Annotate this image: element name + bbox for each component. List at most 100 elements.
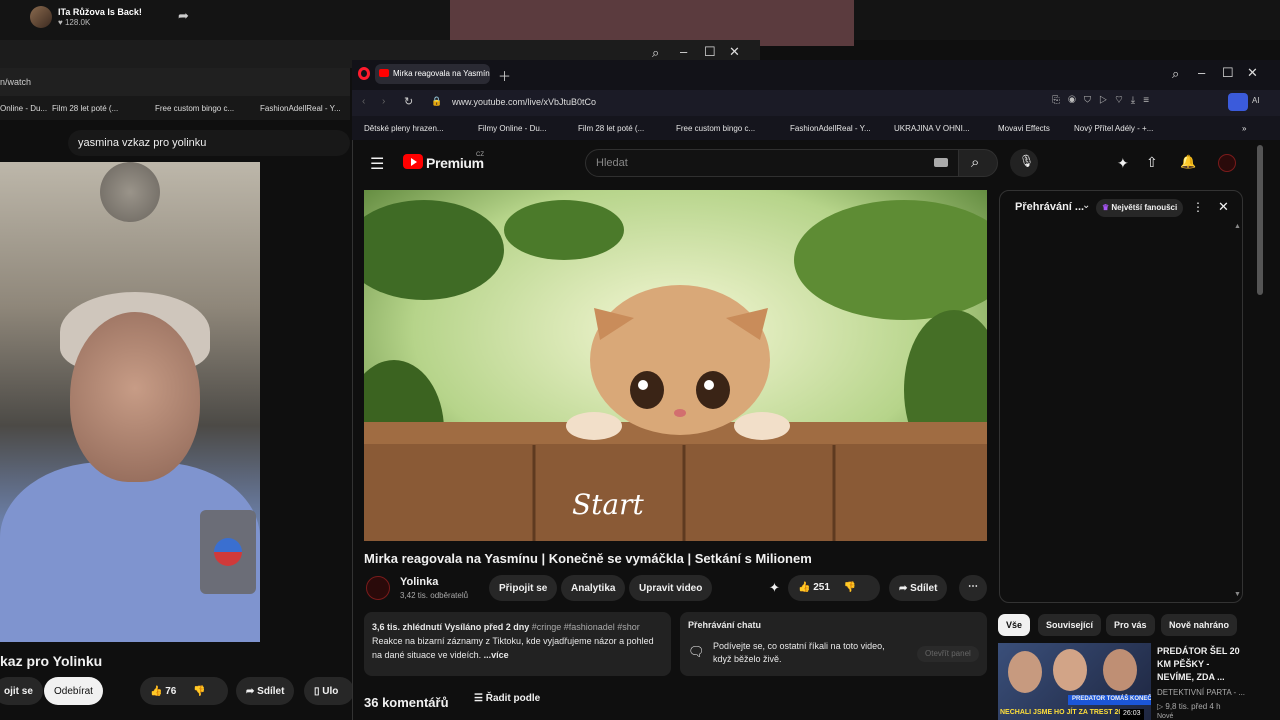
chat-replay-panel: Přehrávání ... ⌄ ♛ Největší fanoušci ⋮ ✕… [999, 190, 1243, 603]
search-input[interactable]: Hledat [585, 149, 960, 177]
video-duration: 26:03 [1120, 709, 1144, 720]
page-scrollbar[interactable] [1257, 145, 1263, 295]
bookmark-item[interactable]: UKRAJINA V OHNI... [894, 124, 970, 133]
join-button[interactable]: Připojit se [489, 575, 558, 601]
search-icon[interactable]: ⌕ [652, 45, 659, 61]
streamer-avatar[interactable] [30, 6, 52, 28]
bookmark-item[interactable]: Free custom bingo c... [676, 124, 755, 133]
forward-icon[interactable]: › [382, 96, 385, 107]
bookmark-item[interactable]: FashionAdellReal - Y... [260, 104, 341, 113]
background-search-query[interactable]: yasmina vzkaz pro yolinku [68, 130, 350, 156]
video-title: Mirka reagovala na Yasmínu | Konečně se … [364, 551, 812, 566]
share-button[interactable]: ➦ Sdílet [236, 677, 295, 705]
search-icon: ⌕ [971, 154, 980, 171]
crown-icon: ♛ [1102, 203, 1110, 212]
subscriber-count: 3,42 tis. odběratelů [400, 591, 469, 600]
video-player[interactable]: Start [364, 190, 987, 541]
chat-replay-card: Přehrávání chatu 🗨 Podívejte se, co osta… [680, 612, 987, 676]
minimize-icon[interactable]: – [1198, 65, 1205, 80]
background-bookmarks-bar: Online - Du... Film 28 let poté (... Fre… [0, 96, 350, 120]
search-button[interactable]: ⌕ [958, 149, 998, 177]
save-button-partial[interactable]: ▯ Ulo [304, 677, 354, 705]
recommendation-channel[interactable]: DETEKTIVNÍ PARTA - ... [1157, 688, 1245, 697]
more-actions-button[interactable]: ⋯ [959, 575, 987, 601]
youtube-logo-icon[interactable] [403, 154, 423, 169]
share-button[interactable]: ➦ Sdílet [889, 575, 948, 601]
bookmark-item[interactable]: Film 28 let poté (... [578, 124, 644, 133]
close-icon[interactable]: ✕ [1218, 199, 1229, 215]
voice-search-button[interactable]: 🎙 [1010, 149, 1038, 177]
new-badge: Nové [1157, 713, 1174, 720]
recommendation-thumbnail[interactable]: PREDATOR TOMÁŠ KONEČNÝ NECHALI JSME HO J… [998, 643, 1151, 720]
more-icon[interactable]: ⋮ [1192, 200, 1204, 214]
bookmarks-more-icon[interactable]: » [1242, 124, 1246, 133]
join-button-partial[interactable]: ojit se [0, 677, 43, 705]
recommendation-title[interactable]: PREDÁTOR ŠEL 20 KM PĚŠKY - NEVÍME, ZDA .… [1157, 645, 1243, 684]
close-icon[interactable]: ✕ [1247, 65, 1258, 81]
chip-related[interactable]: Související [1038, 614, 1102, 636]
analytics-button[interactable]: Analytika [561, 575, 626, 601]
top-fans-badge[interactable]: ♛ Největší fanoušci [1096, 199, 1184, 217]
close-icon[interactable]: ✕ [729, 44, 740, 60]
view-stats: 3,6 tis. zhlédnutí Vysíláno před 2 dny [372, 622, 530, 632]
video-thumbnail-illustration [364, 190, 987, 541]
bookmark-item[interactable]: Nový Přítel Adély - +... [1074, 124, 1153, 133]
open-panel-button[interactable]: Otevřít panel [917, 646, 979, 662]
like-dislike-button[interactable]: 👍 251 👎 [788, 575, 880, 601]
upload-icon[interactable]: ⇧ [1146, 154, 1158, 171]
edit-video-button[interactable]: Upravit video [629, 575, 713, 601]
new-tab-icon[interactable]: ＋ [498, 66, 511, 85]
chip-for-you[interactable]: Pro vás [1106, 614, 1155, 636]
scroll-down-icon[interactable]: ▼ [1234, 591, 1241, 598]
account-avatar[interactable] [1218, 154, 1236, 172]
bell-icon[interactable]: 🔔 [1180, 154, 1196, 170]
like-button[interactable]: 👍 76 👎 [140, 677, 228, 705]
minimize-icon[interactable]: – [680, 44, 687, 59]
back-icon[interactable]: ‹ [362, 96, 365, 107]
chip-recently-uploaded[interactable]: Nově nahráno [1161, 614, 1238, 636]
description-box[interactable]: 3,6 tis. zhlédnutí Vysíláno před 2 dny #… [364, 612, 671, 676]
bookmark-item[interactable]: Free custom bingo c... [155, 104, 234, 113]
bookmark-item[interactable]: Movavi Effects [998, 124, 1050, 133]
bookmark-item[interactable]: Film 28 let poté (... [52, 104, 118, 113]
chip-all[interactable]: Vše [998, 614, 1031, 636]
scroll-up-icon[interactable]: ▲ [1234, 223, 1241, 230]
active-tab[interactable]: Mirka reagovala na Yasmín [375, 64, 490, 84]
profile-icon[interactable] [1228, 93, 1248, 111]
share-arrow-icon: ➦ [899, 583, 908, 594]
menu-icon[interactable]: ☰ [370, 154, 384, 174]
bookmark-item[interactable]: Dětské pleny hrazen... [364, 124, 444, 133]
unsubscribe-button[interactable]: Odebírat [44, 677, 103, 705]
thanks-icon[interactable]: ✦ [769, 580, 780, 596]
url-field[interactable]: www.youtube.com/live/xVbJtuB0tCo [452, 97, 596, 107]
bookmark-item[interactable]: Filmy Online - Du... [478, 124, 546, 133]
mic-icon: 🎙 [1019, 154, 1035, 168]
bookmark-item[interactable]: FashionAdellReal - Y... [790, 124, 871, 133]
tab-bar: ⌕ – ☐ ✕ [352, 60, 1280, 90]
thumb-caption: NECHALI JSME HO JÍT ZA TREST 20 KM [1000, 709, 1136, 716]
video-scene-detail [100, 162, 160, 222]
bookmark-item[interactable]: Online - Du... [0, 104, 47, 113]
keyboard-icon[interactable] [934, 158, 948, 167]
sort-button[interactable]: ☰ Řadit podle [474, 693, 540, 704]
dislike-icon: 👎 [843, 582, 857, 593]
create-icon[interactable]: ✦ [1117, 155, 1129, 172]
chat-panel-title[interactable]: Přehrávání ... [1015, 201, 1084, 213]
opera-logo-icon[interactable] [358, 67, 370, 80]
maximize-icon[interactable]: ☐ [704, 44, 716, 60]
toolbar-extension-icons[interactable]: ⎘◉⛉▷♡⤓≡ [1052, 95, 1157, 106]
chevron-down-icon[interactable]: ⌄ [1082, 200, 1090, 211]
share-arrow-icon[interactable]: ➦ [178, 8, 189, 24]
channel-avatar[interactable] [366, 576, 390, 600]
hashtags[interactable]: #cringe #fashionadel #shor [532, 622, 640, 632]
channel-name[interactable]: Yolinka [400, 576, 438, 588]
background-video-player[interactable] [0, 162, 260, 642]
show-more-link[interactable]: ...více [484, 650, 509, 660]
video-overlay-text: Start [572, 488, 644, 521]
search-icon[interactable]: ⌕ [1172, 66, 1179, 82]
ai-button[interactable]: AI [1252, 96, 1260, 105]
reload-icon[interactable]: ↻ [404, 95, 413, 108]
maximize-icon[interactable]: ☐ [1222, 65, 1234, 81]
recommendation-meta: ▷ 9,8 tis. před 4 h [1157, 702, 1221, 711]
background-address-bar[interactable]: n/watch [0, 68, 350, 96]
